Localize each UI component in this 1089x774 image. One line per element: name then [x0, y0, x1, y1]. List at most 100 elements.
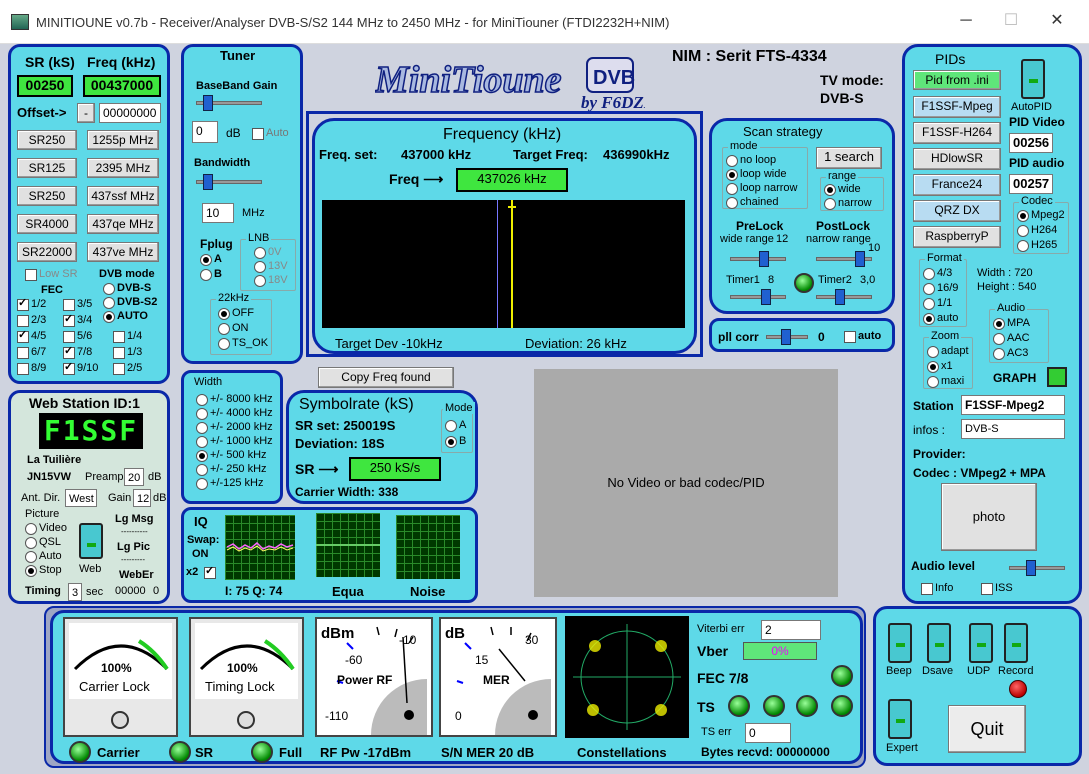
width-500-radio[interactable]: +/- 500 kHz — [196, 449, 267, 462]
width-125-radio[interactable]: +/-125 kHz — [196, 477, 264, 490]
pll-corr-slider[interactable] — [766, 329, 808, 345]
format-auto-radio[interactable]: auto — [923, 312, 958, 325]
codec-mpeg2-radio[interactable]: Mpeg2 — [1017, 209, 1065, 222]
fec-1-2[interactable]: 1/2 — [17, 297, 46, 311]
zoom-maxi-radio[interactable]: maxi — [927, 375, 964, 388]
pll-auto-checkbox[interactable]: auto — [844, 330, 881, 343]
slider-thumb[interactable] — [835, 289, 845, 305]
sr-button-4[interactable]: SR4000 — [17, 214, 77, 234]
sr-button-1[interactable]: SR250 — [17, 130, 77, 150]
width-2000-radio[interactable]: +/- 2000 kHz — [196, 421, 273, 434]
low-sr-checkbox[interactable]: Low SR — [25, 268, 78, 281]
search-button[interactable]: 1 search — [816, 147, 882, 169]
web-toggle[interactable] — [79, 523, 103, 559]
timer1-slider[interactable] — [730, 289, 786, 305]
picture-auto-radio[interactable]: Auto — [25, 550, 62, 563]
22khz-on-radio[interactable]: ON — [218, 322, 249, 335]
lnb-0v-radio[interactable]: 0V — [254, 246, 281, 259]
graph-button[interactable] — [1047, 367, 1067, 387]
carrier-lock-knob[interactable] — [111, 711, 129, 729]
udp-toggle[interactable] — [969, 623, 993, 663]
pid-button-2[interactable]: F1SSF-H264 — [913, 122, 1001, 144]
pid-from-ini-button[interactable]: Pid from .ini — [913, 70, 1001, 90]
22khz-off-radio[interactable]: OFF — [218, 307, 254, 320]
close-button[interactable]: ✕ — [1046, 10, 1068, 32]
infos-input[interactable]: DVB-S — [961, 419, 1065, 439]
slider-thumb[interactable] — [781, 329, 791, 345]
codec-h264-radio[interactable]: H264 — [1017, 224, 1057, 237]
freq-button-1[interactable]: 1255p MHz — [87, 130, 159, 150]
width-250-radio[interactable]: +/- 250 kHz — [196, 463, 267, 476]
zoom-adapt-radio[interactable]: adapt — [927, 345, 969, 358]
slider-thumb[interactable] — [855, 251, 865, 267]
freq-button-4[interactable]: 437qe MHz — [87, 214, 159, 234]
22khz-tsok-radio[interactable]: TS_OK — [218, 337, 268, 350]
fec-5-6[interactable]: 5/6 — [63, 330, 92, 343]
baseband-gain-slider[interactable] — [196, 95, 262, 111]
iss-checkbox[interactable]: ISS — [981, 582, 1013, 595]
maximize-button[interactable]: ☐ — [1000, 10, 1022, 32]
fec-1-3[interactable]: 1/3 — [113, 346, 142, 359]
slider-thumb[interactable] — [203, 174, 213, 190]
width-8000-radio[interactable]: +/- 8000 kHz — [196, 393, 273, 406]
picture-qsl-radio[interactable]: QSL — [25, 536, 61, 549]
info-checkbox[interactable]: Info — [921, 582, 953, 595]
record-toggle[interactable] — [1004, 623, 1028, 663]
width-4000-radio[interactable]: +/- 4000 kHz — [196, 407, 273, 420]
lnb-13v-radio[interactable]: 13V — [254, 260, 288, 273]
pid-audio-input[interactable]: 00257 — [1009, 174, 1053, 194]
photo-button[interactable]: photo — [941, 483, 1037, 551]
pid-button-1[interactable]: F1SSF-Mpeg — [913, 96, 1001, 118]
gain-input[interactable]: 0 — [192, 121, 218, 143]
beep-toggle[interactable] — [888, 623, 912, 663]
sr-button-3[interactable]: SR250 — [17, 186, 77, 206]
timer2-slider[interactable] — [816, 289, 872, 305]
fec-8-9[interactable]: 8/9 — [17, 362, 46, 375]
width-1000-radio[interactable]: +/- 1000 kHz — [196, 435, 273, 448]
freq-value[interactable]: 00437000 — [83, 75, 161, 97]
timing-lock-knob[interactable] — [237, 711, 255, 729]
mode-loop-narrow-radio[interactable]: loop narrow — [726, 182, 797, 195]
fplug-b-radio[interactable]: B — [200, 268, 222, 281]
postlock-slider[interactable] — [816, 251, 872, 267]
mode-no-loop-radio[interactable]: no loop — [726, 154, 776, 167]
bandwidth-input[interactable]: 10 — [202, 203, 234, 223]
expert-toggle[interactable] — [888, 699, 912, 739]
quit-button[interactable]: Quit — [948, 705, 1026, 753]
timing-input[interactable]: 3 — [68, 583, 82, 601]
dvb-s2-radio[interactable]: DVB-S2 — [103, 296, 157, 309]
fec-9-10[interactable]: 9/10 — [63, 361, 98, 375]
pid-button-5[interactable]: QRZ DX — [913, 200, 1001, 222]
dvb-s-radio[interactable]: DVB-S — [103, 282, 151, 295]
offset-sign-button[interactable]: - — [77, 103, 95, 123]
sr-value[interactable]: 00250 — [17, 75, 73, 97]
audio-ac3-radio[interactable]: AC3 — [993, 347, 1028, 360]
auto-radio[interactable]: AUTO — [103, 310, 148, 323]
range-wide-radio[interactable]: wide — [824, 183, 861, 196]
copy-freq-button[interactable]: Copy Freq found — [318, 367, 454, 388]
pid-button-4[interactable]: France24 — [913, 174, 1001, 196]
fec-2-5[interactable]: 2/5 — [113, 362, 142, 375]
format-16-9-radio[interactable]: 16/9 — [923, 282, 958, 295]
slider-thumb[interactable] — [203, 95, 213, 111]
pid-video-input[interactable]: 00256 — [1009, 133, 1053, 153]
fec-4-5[interactable]: 4/5 — [17, 329, 46, 343]
slider-thumb[interactable] — [761, 289, 771, 305]
antdir-input[interactable]: West — [65, 489, 97, 507]
minimize-button[interactable]: ─ — [955, 10, 977, 32]
sr-mode-b-radio[interactable]: B — [445, 435, 466, 448]
pid-button-6[interactable]: RaspberryP — [913, 226, 1001, 248]
gain-auto-checkbox[interactable]: Auto — [252, 127, 289, 140]
audio-aac-radio[interactable]: AAC — [993, 332, 1030, 345]
autopid-toggle[interactable] — [1021, 59, 1045, 99]
picture-stop-radio[interactable]: Stop — [25, 564, 62, 577]
slider-thumb[interactable] — [1026, 560, 1036, 576]
sr-button-5[interactable]: SR22000 — [17, 242, 77, 262]
sr-button-2[interactable]: SR125 — [17, 158, 77, 178]
fec-3-4[interactable]: 3/4 — [63, 313, 92, 327]
preamp-input[interactable]: 20 — [124, 468, 144, 486]
fec-7-8[interactable]: 7/8 — [63, 345, 92, 359]
prelock-slider[interactable] — [730, 251, 786, 267]
bandwidth-slider[interactable] — [196, 174, 262, 190]
freq-button-5[interactable]: 437ve MHz — [87, 242, 159, 262]
